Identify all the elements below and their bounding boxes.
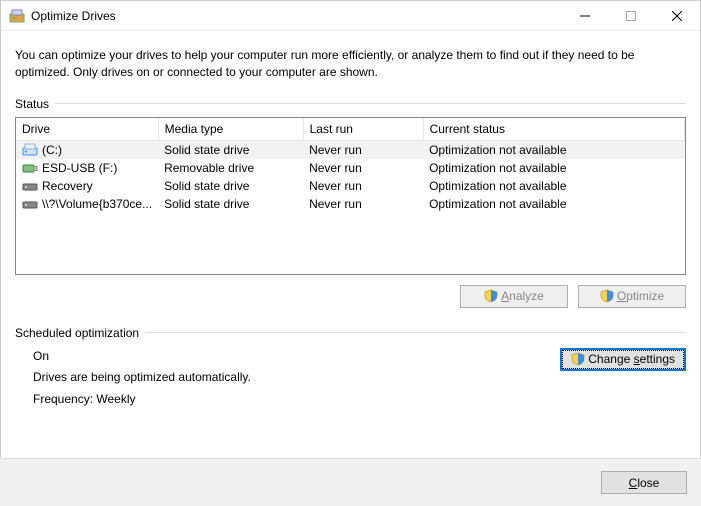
drive-lastrun: Never run xyxy=(303,177,423,195)
minimize-button[interactable] xyxy=(562,1,608,31)
drives-table[interactable]: Drive Media type Last run Current status… xyxy=(15,117,686,275)
drive-icon xyxy=(22,161,38,175)
window-title: Optimize Drives xyxy=(31,9,116,23)
drive-lastrun: Never run xyxy=(303,195,423,213)
col-status[interactable]: Current status xyxy=(423,118,684,141)
schedule-desc: Drives are being optimized automatically… xyxy=(33,367,560,389)
col-lastrun[interactable]: Last run xyxy=(303,118,423,141)
schedule-freq: Frequency: Weekly xyxy=(33,389,560,411)
table-row[interactable]: \\?\Volume{b370ce... Solid state driveNev… xyxy=(16,195,685,213)
col-drive[interactable]: Drive xyxy=(16,118,158,141)
drive-status: Optimization not available xyxy=(423,195,684,213)
divider xyxy=(145,332,686,333)
drive-lastrun: Never run xyxy=(303,159,423,177)
shield-icon xyxy=(571,352,585,366)
drive-icon xyxy=(22,143,38,157)
drive-name: ESD-USB (F:) xyxy=(42,161,117,175)
table-row[interactable]: (C:) Solid state driveNever runOptimizati… xyxy=(16,140,685,159)
analyze-button: Analyze xyxy=(460,285,568,308)
status-heading: Status xyxy=(15,97,49,111)
drive-media: Solid state drive xyxy=(158,177,303,195)
drive-name: (C:) xyxy=(42,143,62,157)
table-row[interactable]: ESD-USB (F:) Removable driveNever runOpti… xyxy=(16,159,685,177)
close-button[interactable]: Close xyxy=(601,471,687,494)
drive-name: \\?\Volume{b370ce... xyxy=(42,197,152,211)
close-window-button[interactable] xyxy=(654,1,700,31)
app-icon xyxy=(9,8,25,24)
schedule-state: On xyxy=(33,346,560,368)
drive-icon xyxy=(22,197,38,211)
col-media[interactable]: Media type xyxy=(158,118,303,141)
scheduled-heading: Scheduled optimization xyxy=(15,326,139,340)
drive-status: Optimization not available xyxy=(423,177,684,195)
optimize-button: Optimize xyxy=(578,285,686,308)
change-settings-button[interactable]: Change settings xyxy=(560,348,686,371)
drive-name: Recovery xyxy=(42,179,93,193)
drive-status: Optimization not available xyxy=(423,140,684,159)
drive-media: Solid state drive xyxy=(158,195,303,213)
drive-icon xyxy=(22,179,38,193)
drive-media: Solid state drive xyxy=(158,140,303,159)
drive-lastrun: Never run xyxy=(303,140,423,159)
shield-icon xyxy=(600,289,614,303)
drive-status: Optimization not available xyxy=(423,159,684,177)
divider xyxy=(55,103,686,104)
description-text: You can optimize your drives to help you… xyxy=(15,47,686,81)
maximize-button xyxy=(608,1,654,31)
shield-icon xyxy=(484,289,498,303)
table-row[interactable]: Recovery Solid state driveNever runOptimi… xyxy=(16,177,685,195)
drive-media: Removable drive xyxy=(158,159,303,177)
